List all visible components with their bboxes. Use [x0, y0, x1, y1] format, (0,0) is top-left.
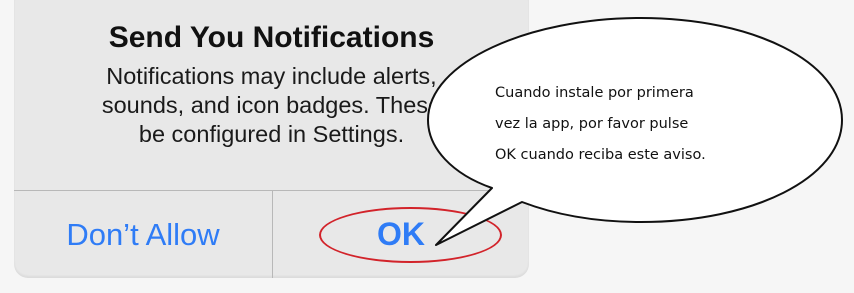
- callout-line: OK cuando reciba este aviso.: [495, 147, 706, 163]
- screenshot-panel: Send You Notifications Notifications may…: [0, 0, 854, 293]
- alert-message: Notifications may include alerts, sounds…: [14, 62, 529, 149]
- alert-message-line: sounds, and icon badges. These: [101, 92, 442, 118]
- alert-message-line: be configured in Settings.: [138, 121, 405, 147]
- ok-button[interactable]: OK: [273, 191, 529, 278]
- alert-message-line: Notifications may include alerts,: [106, 63, 437, 89]
- dont-allow-button[interactable]: Don’t Allow: [14, 191, 272, 278]
- callout-line: vez la app, por favor pulse: [495, 116, 689, 132]
- callout-line: Cuando instale por primera: [495, 85, 694, 101]
- callout-text: Cuando instale por primera vez la app, p…: [495, 78, 783, 171]
- notification-permission-alert: Send You Notifications Notifications may…: [14, 0, 529, 278]
- alert-title: Send You Notifications: [108, 21, 435, 54]
